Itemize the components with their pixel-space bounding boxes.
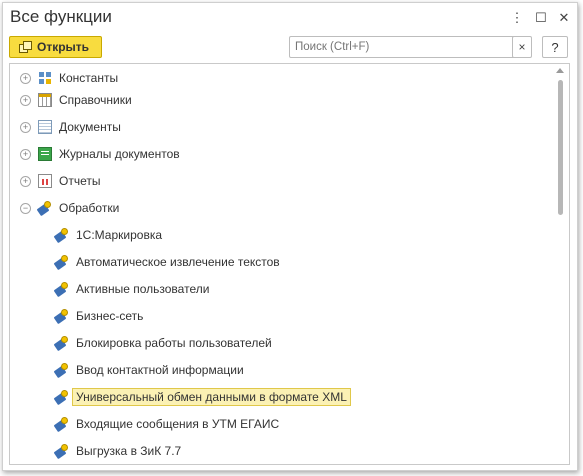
- processing-icon: [55, 282, 69, 296]
- tree-group-constants[interactable]: + Константы: [20, 67, 118, 89]
- all-functions-window: Все функции ⋮ ☐ ✕ Открыть × ? + Констант…: [2, 2, 578, 471]
- processing-icon: [55, 444, 69, 458]
- open-icon: [18, 40, 32, 54]
- tree-item-label: Универсальный обмен данными в формате XM…: [72, 388, 351, 406]
- processing-icon: [55, 417, 69, 431]
- tree-item[interactable]: 1С:Маркировка: [55, 224, 162, 246]
- tree-item-label: Ввод контактной информации: [76, 363, 244, 377]
- processing-icon: [55, 363, 69, 377]
- tree-item-selected[interactable]: Универсальный обмен данными в формате XM…: [55, 386, 351, 408]
- tree-group-label: Отчеты: [59, 174, 101, 188]
- expand-icon[interactable]: +: [20, 148, 31, 160]
- journals-icon: [38, 147, 52, 161]
- processing-icon: [38, 201, 52, 215]
- documents-icon: [38, 120, 52, 134]
- tree-group-label: Журналы документов: [59, 147, 180, 161]
- tree-group-label: Справочники: [59, 93, 132, 107]
- vertical-scrollbar[interactable]: [558, 80, 563, 215]
- tree-item[interactable]: Активные пользователи: [55, 278, 209, 300]
- tree-group-catalogs[interactable]: + Справочники: [20, 89, 132, 111]
- processing-icon: [55, 255, 69, 269]
- tree-item-label: Блокировка работы пользователей: [76, 336, 272, 350]
- tree-item[interactable]: Ввод контактной информации: [55, 359, 244, 381]
- tree-item[interactable]: Выгрузка в ЗиК 7.7: [55, 440, 181, 462]
- tree-item[interactable]: Блокировка работы пользователей: [55, 332, 272, 354]
- processing-icon: [55, 228, 69, 242]
- tree-group-label: Обработки: [59, 201, 120, 215]
- tree-item-label: Активные пользователи: [76, 282, 210, 296]
- tree-item[interactable]: Входящие сообщения в УТМ ЕГАИС: [55, 413, 279, 435]
- maximize-icon[interactable]: ☐: [530, 8, 552, 28]
- titlebar: Все функции ⋮ ☐ ✕: [3, 3, 577, 33]
- tree-item-label: Бизнес-сеть: [76, 309, 144, 323]
- tree-group-processing[interactable]: − Обработки: [20, 197, 119, 219]
- expand-icon[interactable]: +: [20, 121, 31, 133]
- tree-group-journals[interactable]: + Журналы документов: [20, 143, 180, 165]
- tree-group-reports[interactable]: + Отчеты: [20, 170, 100, 192]
- tree-item-label: Автоматическое извлечение текстов: [76, 255, 280, 269]
- tree-item[interactable]: Автоматическое извлечение текстов: [55, 251, 280, 273]
- toolbar: Открыть × ?: [3, 33, 577, 63]
- close-icon[interactable]: ✕: [553, 8, 575, 28]
- open-button[interactable]: Открыть: [9, 36, 102, 58]
- catalogs-icon: [38, 93, 52, 107]
- constants-icon: [38, 71, 52, 85]
- reports-icon: [38, 174, 52, 188]
- search-input[interactable]: [289, 36, 515, 58]
- more-menu-icon[interactable]: ⋮: [506, 8, 528, 28]
- expand-icon[interactable]: +: [20, 94, 31, 106]
- processing-icon: [55, 309, 69, 323]
- tree-group-label: Константы: [59, 71, 119, 85]
- processing-icon: [55, 390, 69, 404]
- expand-icon[interactable]: +: [20, 175, 31, 187]
- tree-group-label: Документы: [59, 120, 121, 134]
- expand-icon[interactable]: +: [20, 72, 31, 84]
- tree-item-label: Выгрузка в ЗиК 7.7: [76, 444, 182, 458]
- tree-item-label: 1С:Маркировка: [76, 228, 163, 242]
- tree-item[interactable]: Бизнес-сеть: [55, 305, 143, 327]
- search-clear-button[interactable]: ×: [512, 36, 532, 58]
- collapse-icon[interactable]: −: [20, 202, 31, 214]
- scroll-up-arrow-icon[interactable]: [556, 68, 564, 73]
- window-title: Все функции: [10, 7, 112, 26]
- open-button-label: Открыть: [37, 40, 90, 54]
- processing-icon: [55, 336, 69, 350]
- tree-group-documents[interactable]: + Документы: [20, 116, 121, 138]
- help-button[interactable]: ?: [542, 36, 568, 58]
- functions-tree: + Константы + Справочники + Документы + …: [9, 63, 570, 465]
- tree-item-label: Входящие сообщения в УТМ ЕГАИС: [76, 417, 280, 431]
